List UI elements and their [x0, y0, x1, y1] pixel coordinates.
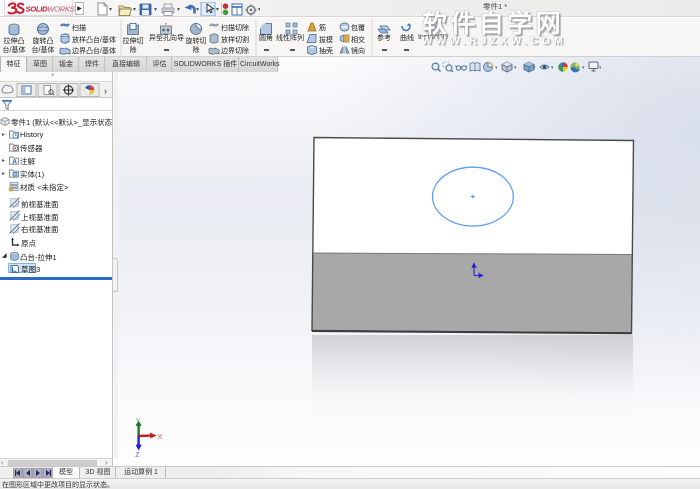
svg-text:▾: ▾: [599, 65, 601, 71]
svg-text:▾: ▾: [514, 65, 517, 71]
svg-text:Z: Z: [135, 452, 140, 459]
svg-text:▾: ▾: [216, 7, 219, 13]
svg-text:▾: ▾: [154, 7, 157, 13]
svg-text:▾: ▾: [133, 7, 136, 13]
svg-text:▾: ▾: [582, 65, 585, 71]
svg-text:▾: ▾: [177, 7, 180, 13]
svg-text:▾: ▾: [109, 7, 112, 13]
svg-text:A: A: [12, 159, 17, 166]
svg-text:▾: ▾: [495, 65, 498, 71]
svg-text:▾: ▾: [258, 7, 260, 13]
svg-text:▾: ▾: [533, 65, 536, 71]
svg-text:›: ›: [104, 86, 107, 96]
svg-text:X: X: [158, 434, 163, 441]
svg-text:SOLIDWORKS: SOLIDWORKS: [26, 4, 75, 13]
svg-text:▾: ▾: [196, 7, 199, 13]
svg-text:▾: ▾: [551, 65, 554, 71]
svg-text:Y: Y: [136, 418, 141, 425]
